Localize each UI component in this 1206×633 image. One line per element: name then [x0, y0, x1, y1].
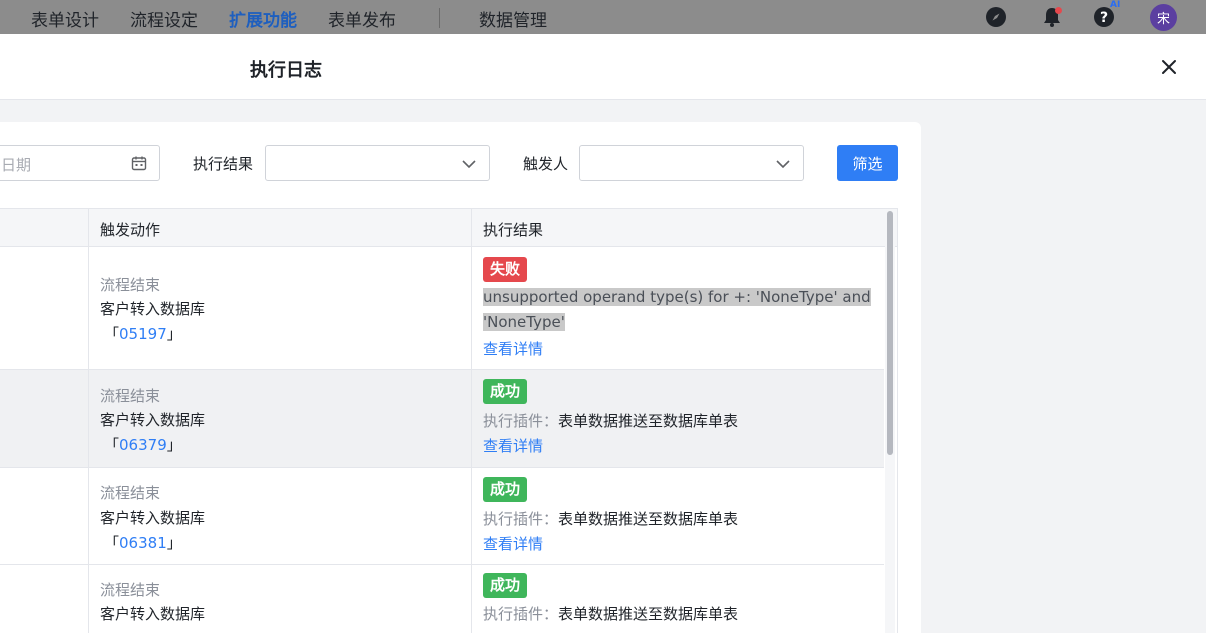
plugin-label: 执行插件： — [483, 605, 559, 623]
status-badge-success: 成功 — [483, 379, 528, 404]
bracket-close: 」 — [166, 534, 182, 552]
notification-dot — [1055, 7, 1062, 14]
nav-form-design[interactable]: 表单设计 — [31, 6, 99, 31]
table-scrollbar[interactable] — [885, 211, 895, 633]
nav-extensions[interactable]: 扩展功能 — [229, 6, 297, 31]
action-name: 客户转入数据库 — [100, 300, 206, 318]
avatar[interactable]: 宋 — [1150, 4, 1177, 31]
view-detail-link[interactable]: 查看详情 — [483, 435, 543, 456]
action-type: 流程结束 — [100, 484, 161, 502]
status-badge-success: 成功 — [483, 573, 528, 598]
action-type: 流程结束 — [100, 387, 161, 405]
date-filter-input[interactable]: 日期 — [0, 145, 160, 181]
close-icon[interactable] — [1158, 56, 1180, 78]
view-detail-link[interactable]: 查看详情 — [483, 533, 543, 554]
table-header: 触发动作 执行结果 — [0, 209, 897, 247]
error-message-line2: 'NoneType' — [483, 313, 565, 331]
plugin-info: 执行插件：表单数据推送至数据库单表 — [483, 508, 738, 529]
action-type: 流程结束 — [100, 581, 161, 599]
record-ref: 「05197」 — [104, 323, 182, 344]
header-action: 触发动作 — [100, 221, 161, 239]
date-placeholder: 日期 — [1, 156, 32, 174]
drawer-title: 执行日志 — [250, 60, 322, 81]
plugin-name: 表单数据推送至数据库单表 — [558, 412, 739, 430]
result-filter-select[interactable] — [265, 145, 490, 181]
nav-form-publish[interactable]: 表单发布 — [328, 6, 396, 31]
action-type: 流程结束 — [100, 276, 161, 294]
plugin-label: 执行插件： — [483, 510, 559, 528]
column-divider — [471, 209, 472, 633]
log-table: 触发动作 执行结果 流程结束 客户转入数据库 「05197」 失败 unsupp… — [0, 208, 898, 633]
plugin-name: 表单数据推送至数据库单表 — [558, 510, 739, 528]
column-divider — [88, 209, 89, 633]
plugin-info: 执行插件：表单数据推送至数据库单表 — [483, 410, 738, 431]
action-name: 客户转入数据库 — [100, 509, 206, 527]
plugin-info: 执行插件：表单数据推送至数据库单表 — [483, 603, 738, 624]
bracket-open: 「 — [104, 325, 120, 343]
status-badge-fail: 失败 — [483, 257, 528, 282]
status-badge-success: 成功 — [483, 477, 528, 502]
calendar-icon — [131, 155, 147, 175]
top-nav-bar: 表单设计 流程设定 扩展功能 表单发布 数据管理 ? AI 宋 — [0, 0, 1206, 34]
trigger-filter-select[interactable] — [579, 145, 804, 181]
ai-badge: AI — [1110, 0, 1121, 10]
error-message-line1: unsupported operand type(s) for +: 'None… — [483, 288, 871, 306]
result-filter-label: 执行结果 — [193, 155, 254, 173]
bracket-open: 「 — [104, 534, 120, 552]
record-ref: 「06379」 — [104, 434, 182, 455]
record-ref: 「06381」 — [104, 532, 182, 553]
svg-text:?: ? — [1100, 10, 1108, 26]
plugin-name: 表单数据推送至数据库单表 — [558, 605, 739, 623]
bracket-close: 」 — [166, 325, 182, 343]
bracket-open: 「 — [104, 436, 120, 454]
table-row: 流程结束 客户转入数据库 「06381」 成功 执行插件：表单数据推送至数据库单… — [0, 468, 884, 565]
record-link[interactable]: 06381 — [119, 534, 167, 552]
compass-icon[interactable] — [985, 6, 1007, 28]
plugin-label: 执行插件： — [483, 412, 559, 430]
chevron-down-icon — [461, 156, 477, 176]
scrollbar-thumb[interactable] — [887, 211, 893, 455]
nav-divider — [439, 8, 440, 28]
filter-button[interactable]: 筛选 — [837, 145, 898, 181]
view-detail-link[interactable]: 查看详情 — [483, 338, 543, 359]
nav-workflow-settings[interactable]: 流程设定 — [130, 6, 198, 31]
drawer-header: 执行日志 — [0, 34, 1206, 100]
action-name: 客户转入数据库 — [100, 605, 206, 623]
record-link[interactable]: 06379 — [119, 436, 167, 454]
action-name: 客户转入数据库 — [100, 411, 206, 429]
table-row: 流程结束 客户转入数据库 成功 执行插件：表单数据推送至数据库单表 — [0, 565, 884, 633]
chevron-down-icon — [775, 156, 791, 176]
bracket-close: 」 — [166, 436, 182, 454]
trigger-filter-label: 触发人 — [523, 155, 569, 173]
record-link[interactable]: 05197 — [119, 325, 167, 343]
avatar-text: 宋 — [1156, 12, 1170, 27]
nav-data-management[interactable]: 数据管理 — [479, 6, 547, 31]
header-result: 执行结果 — [483, 221, 544, 239]
table-row: 流程结束 客户转入数据库 「05197」 失败 unsupported oper… — [0, 247, 884, 370]
table-row: 流程结束 客户转入数据库 「06379」 成功 执行插件：表单数据推送至数据库单… — [0, 370, 884, 468]
